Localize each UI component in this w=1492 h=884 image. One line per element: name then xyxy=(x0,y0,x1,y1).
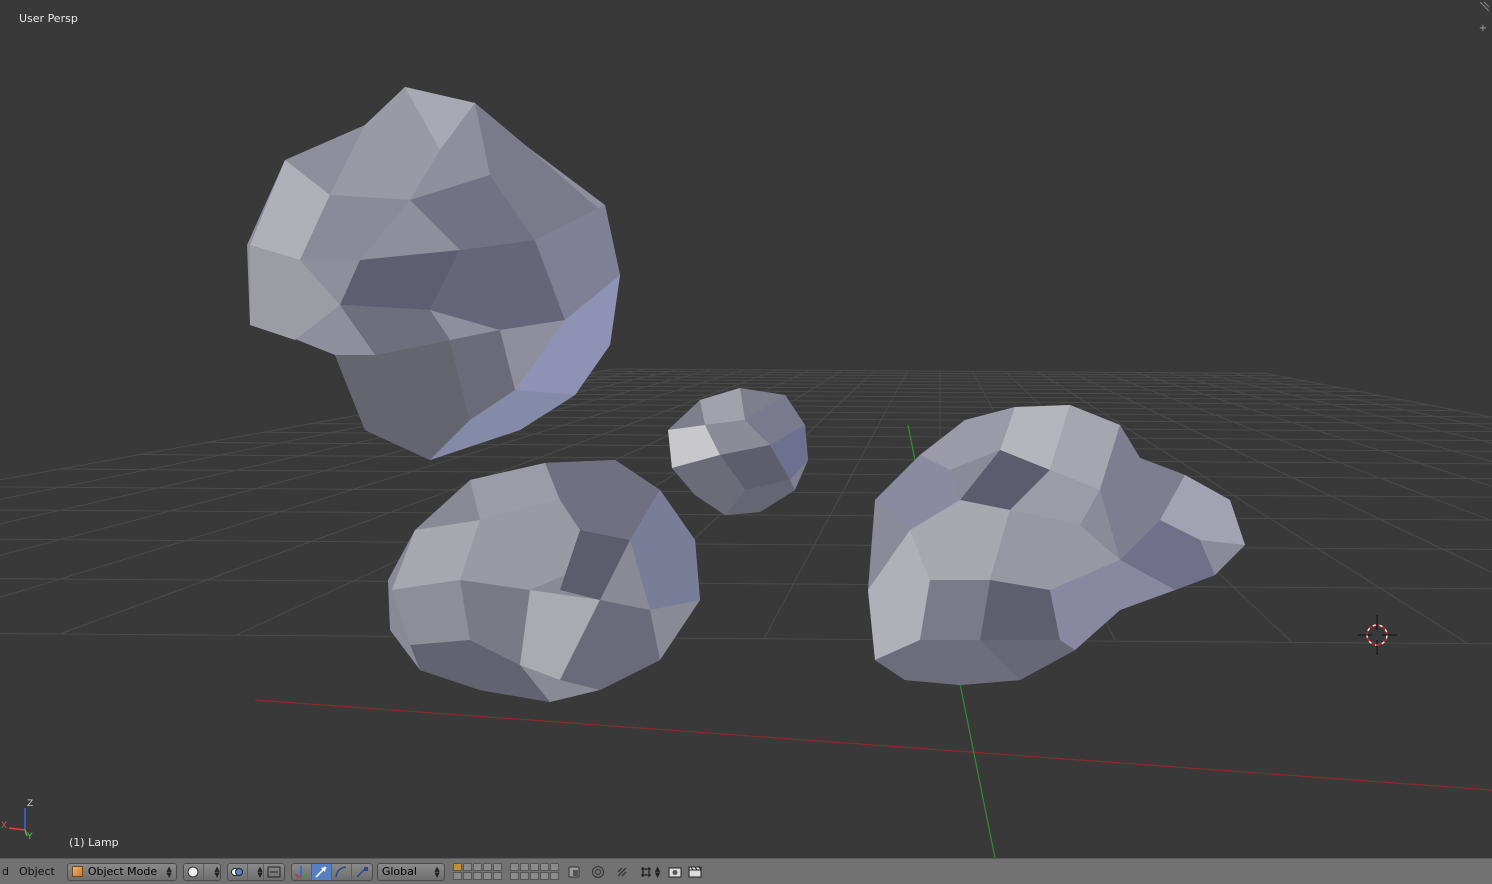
3d-cursor[interactable] xyxy=(1357,615,1397,655)
orientation-arrows-icon: ▲ ▼ xyxy=(434,864,440,879)
rock-mesh-3[interactable] xyxy=(668,388,808,515)
shading-arrows-icon: ▲ ▼ xyxy=(214,864,220,879)
layer-buttons-1[interactable] xyxy=(452,863,502,880)
shading-select[interactable]: ▲ ▼ xyxy=(182,862,221,881)
properties-toggle-icon[interactable]: + xyxy=(1478,24,1488,34)
layer-button[interactable] xyxy=(462,872,472,880)
scale-icon[interactable] xyxy=(352,864,372,880)
area-split-corner-icon[interactable] xyxy=(1478,1,1490,13)
scene-canvas[interactable]: Z X Y xyxy=(0,0,1492,858)
layer-button[interactable] xyxy=(529,872,539,880)
layer-button[interactable] xyxy=(492,863,502,871)
layer-button[interactable] xyxy=(539,863,549,871)
pivot-arrows-icon: ▲ ▼ xyxy=(248,863,264,880)
snap-toggle-icon[interactable] xyxy=(613,863,631,881)
menu-object[interactable]: Object xyxy=(11,862,63,882)
mode-select[interactable]: Object Mode ▲ ▼ xyxy=(66,862,177,881)
orientation-label: Global xyxy=(381,865,417,878)
layer-button[interactable] xyxy=(492,872,502,880)
grid-line xyxy=(139,454,1492,465)
pivot-icon[interactable] xyxy=(228,863,248,880)
viewport-header: d Object Object Mode ▲ ▼ ▲ ▼ ▲ ▼ Global … xyxy=(0,858,1492,884)
gizmo-y-label: Y xyxy=(26,832,33,842)
layer-button[interactable] xyxy=(472,872,482,880)
layer-button[interactable] xyxy=(549,863,559,871)
orientation-select[interactable]: Global ▲ ▼ xyxy=(376,862,445,881)
proportional-icon[interactable] xyxy=(589,863,607,881)
axis-gizmo: Z X Y xyxy=(1,799,33,842)
active-object-label: (1) Lamp xyxy=(69,836,119,849)
manipulator-icon[interactable] xyxy=(264,864,284,880)
grid-line xyxy=(0,538,1492,550)
render-icon[interactable] xyxy=(666,863,684,881)
layer-button[interactable] xyxy=(549,872,559,880)
grid-line xyxy=(1200,372,1492,444)
view-label: User Persp xyxy=(19,12,78,25)
menu-add[interactable]: d xyxy=(0,862,11,882)
layer-button[interactable] xyxy=(519,863,529,871)
pivot-select[interactable]: ▲ ▼ xyxy=(226,862,285,881)
layer-button[interactable] xyxy=(509,863,519,871)
transform-manipulators[interactable] xyxy=(290,862,373,881)
layer-button[interactable] xyxy=(452,872,462,880)
select-arrows-icon: ▲ ▼ xyxy=(166,864,172,879)
translate-icon[interactable] xyxy=(311,863,332,880)
camera-icon[interactable] xyxy=(686,863,704,881)
3d-viewport[interactable]: Z X Y User Persp (1) Lamp + xyxy=(0,0,1492,858)
layer-button[interactable] xyxy=(519,872,529,880)
layer-button[interactable] xyxy=(482,863,492,871)
rotate-icon[interactable] xyxy=(332,863,352,880)
snap-icon[interactable] xyxy=(637,863,655,881)
object-mode-icon xyxy=(71,866,83,877)
grid-line xyxy=(0,578,1492,590)
layer-button[interactable] xyxy=(539,872,549,880)
layer-button[interactable] xyxy=(452,863,462,871)
snap-arrows-icon: ▲ ▼ xyxy=(654,864,661,879)
layer-button[interactable] xyxy=(462,863,472,871)
grid-line xyxy=(0,633,1492,645)
manipulator-axes-icon[interactable] xyxy=(292,863,312,880)
viewport-shading-icon[interactable] xyxy=(184,863,204,880)
layer-button[interactable] xyxy=(529,863,539,871)
x-axis-line xyxy=(254,699,1492,791)
grid-line xyxy=(1233,372,1492,430)
gizmo-z-label: Z xyxy=(27,799,33,809)
layer-buttons-2[interactable] xyxy=(509,863,559,880)
layer-lock-icon[interactable] xyxy=(565,863,583,881)
layer-button[interactable] xyxy=(509,872,519,880)
layer-button[interactable] xyxy=(482,872,492,880)
layer-button[interactable] xyxy=(472,863,482,871)
gizmo-x-label: X xyxy=(1,821,7,831)
mode-select-label: Object Mode xyxy=(87,865,158,878)
